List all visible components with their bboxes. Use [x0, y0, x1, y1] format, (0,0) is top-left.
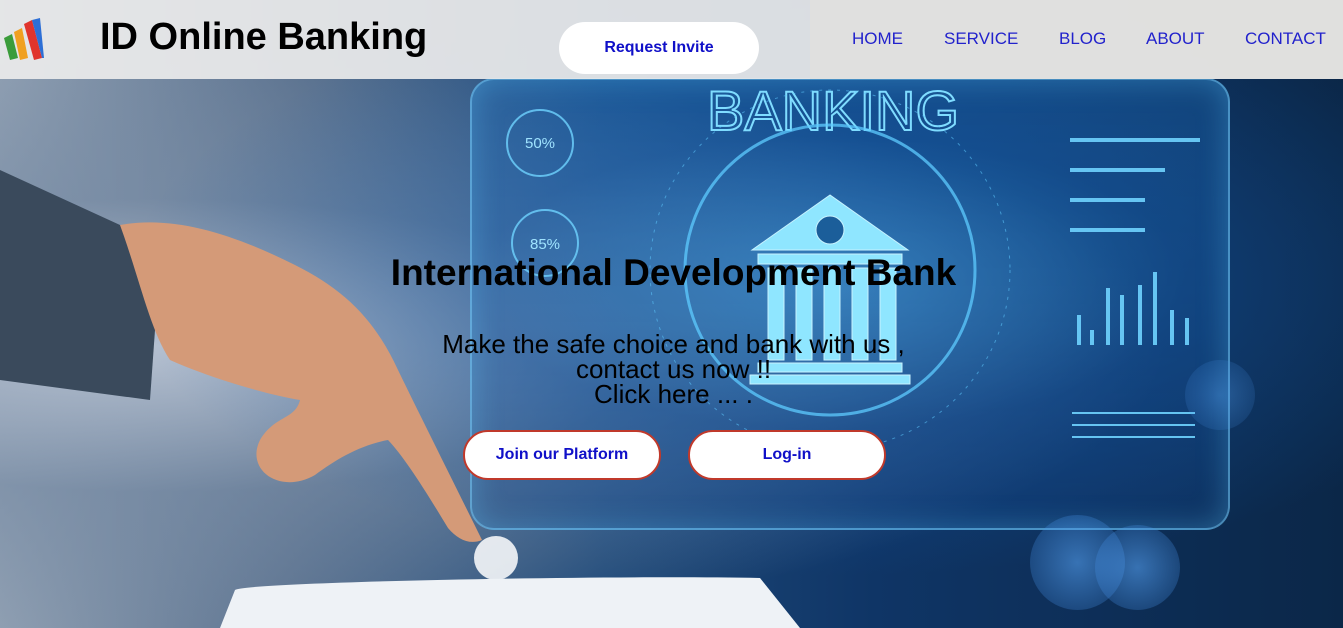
nav-blog[interactable]: BLOG: [1059, 29, 1106, 49]
login-button[interactable]: Log-in: [688, 430, 886, 480]
hero-click-here-link[interactable]: Click here ... .: [4, 381, 1343, 407]
brand-title[interactable]: ID Online Banking: [100, 16, 427, 59]
hero-title: International Development Bank: [390, 252, 957, 293]
request-invite-button[interactable]: Request Invite: [559, 22, 759, 74]
percent-label-b: 85%: [530, 236, 560, 253]
hero-subtitle: Make the safe choice and bank with us , …: [0, 331, 1343, 407]
tablet-device: [220, 577, 800, 628]
hero-background: BANKING 50% 85%: [0, 0, 1343, 628]
nav-about[interactable]: ABOUT: [1146, 29, 1205, 49]
join-platform-button[interactable]: Join our Platform: [463, 430, 661, 480]
logo-icon[interactable]: [2, 18, 44, 60]
nav-home[interactable]: HOME: [852, 29, 903, 49]
nav-service[interactable]: SERVICE: [944, 29, 1018, 49]
banking-word: BANKING: [707, 79, 959, 142]
bokeh-light: [1095, 525, 1180, 610]
top-navbar: ID Online Banking Request Invite HOME SE…: [0, 0, 1343, 79]
percent-label-a: 50%: [525, 135, 555, 152]
nav-contact[interactable]: CONTACT: [1245, 29, 1326, 49]
